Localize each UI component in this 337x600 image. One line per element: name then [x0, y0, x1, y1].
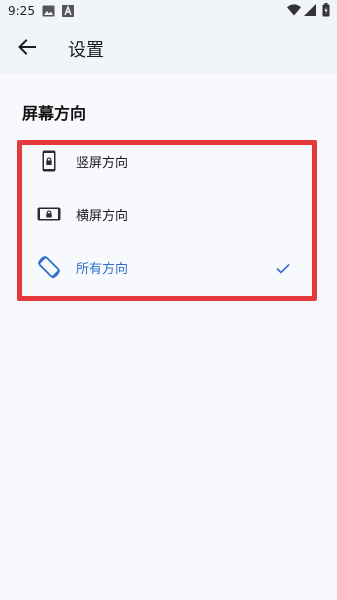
font-a-icon	[62, 5, 74, 17]
arrow-back-icon	[18, 39, 36, 59]
option-label: 所有方向	[76, 262, 129, 277]
back-button[interactable]	[8, 29, 46, 69]
option-all-orientations[interactable]: 所有方向	[0, 241, 337, 294]
orientation-option-list: 竖屏方向 横屏方向 所有方向	[0, 135, 337, 294]
option-label: 横屏方向	[76, 209, 129, 224]
toolbar: 设置	[0, 24, 337, 74]
option-landscape[interactable]: 横屏方向	[0, 188, 337, 241]
signal-icon	[304, 4, 316, 16]
portrait-lock-icon	[36, 148, 62, 174]
option-portrait[interactable]: 竖屏方向	[0, 135, 337, 188]
status-bar: 9:25	[0, 0, 337, 24]
status-time: 9:25	[8, 4, 35, 18]
wifi-icon	[287, 4, 301, 16]
page-title: 设置	[68, 40, 104, 61]
section-heading: 屏幕方向	[22, 104, 87, 123]
battery-charging-icon	[322, 3, 330, 17]
screen-rotation-icon	[36, 254, 62, 280]
settings-screen: 9:25 设置 屏幕方向 竖屏方向 横屏方向 所有方向	[0, 0, 337, 600]
image-icon	[42, 5, 55, 17]
landscape-lock-icon	[36, 201, 62, 227]
check-icon	[276, 259, 290, 278]
option-label: 竖屏方向	[76, 156, 129, 171]
